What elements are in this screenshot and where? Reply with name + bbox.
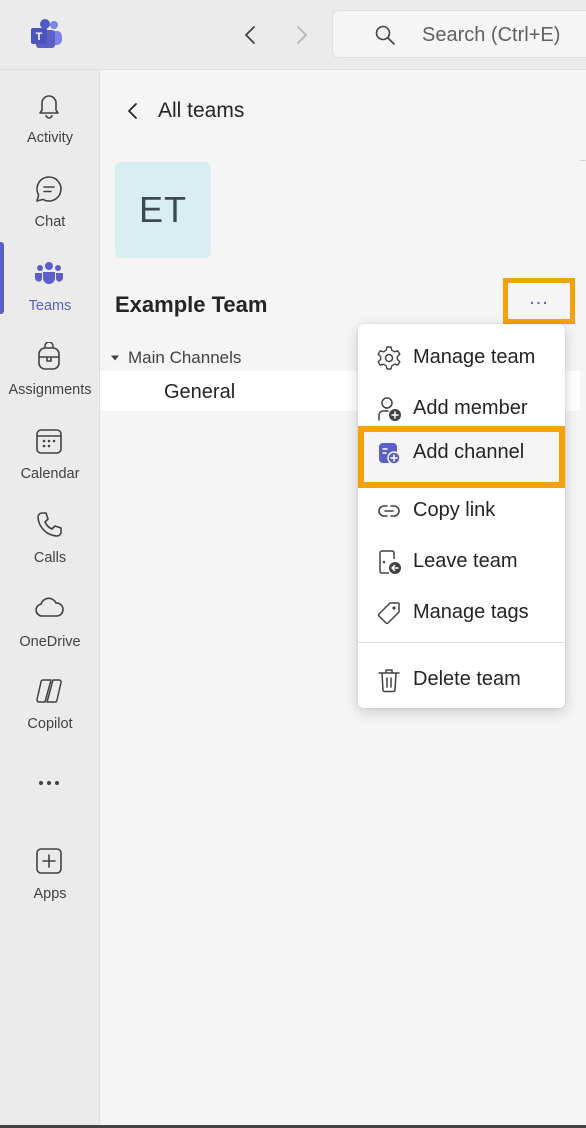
- menu-item-label: Manage tags: [413, 601, 529, 623]
- menu-item-label: Copy link: [413, 499, 496, 521]
- rail-label: Calls: [33, 550, 67, 566]
- section-label: Main Channels: [128, 348, 242, 367]
- backpack-icon: [34, 341, 64, 372]
- rail-item-teams[interactable]: Teams: [0, 246, 100, 326]
- chevron-left-icon: [128, 103, 137, 119]
- rail-label: Calendar: [20, 466, 80, 482]
- rail-item-activity[interactable]: Activity: [0, 78, 100, 158]
- all-teams-label: All teams: [158, 99, 245, 122]
- tag-icon: [376, 600, 402, 626]
- menu-item-leave-team[interactable]: Leave team: [358, 536, 565, 586]
- rail-label: Activity: [27, 130, 73, 146]
- search-placeholder: Search (Ctrl+E): [422, 24, 561, 46]
- channel-label: General: [164, 381, 236, 403]
- leave-door-icon: [376, 549, 402, 575]
- rail-label: Teams: [28, 298, 72, 314]
- search-input[interactable]: Search (Ctrl+E): [332, 10, 586, 58]
- bell-icon: [34, 90, 64, 120]
- rail-item-copilot[interactable]: Copilot: [0, 664, 100, 744]
- team-avatar[interactable]: ET: [115, 162, 211, 258]
- add-person-icon: [376, 396, 402, 422]
- add-apps-icon: [34, 846, 64, 876]
- team-context-menu: Manage team Add member Add channel Copy …: [358, 324, 565, 708]
- divider: [580, 160, 586, 161]
- forward-arrow-icon[interactable]: [288, 22, 314, 48]
- rail-label: Apps: [33, 886, 67, 902]
- gear-icon: [376, 345, 402, 371]
- trash-icon: [376, 667, 402, 693]
- svg-text:T: T: [36, 31, 43, 43]
- menu-item-manage-tags[interactable]: Manage tags: [358, 587, 565, 637]
- teams-logo-icon[interactable]: T: [30, 18, 64, 50]
- team-name: Example Team: [115, 292, 268, 317]
- rail-item-calendar[interactable]: Calendar: [0, 414, 100, 494]
- menu-item-copy-link[interactable]: Copy link: [358, 485, 565, 535]
- menu-item-label: Delete team: [413, 668, 521, 690]
- link-icon: [376, 498, 402, 524]
- rail-item-onedrive[interactable]: OneDrive: [0, 580, 100, 660]
- rail-item-calls[interactable]: Calls: [0, 498, 100, 578]
- rail-label: Chat: [34, 214, 66, 230]
- calendar-icon: [34, 426, 64, 456]
- menu-item-label: Manage team: [413, 346, 536, 368]
- menu-item-add-channel[interactable]: Add channel: [358, 426, 565, 488]
- add-channel-icon: [376, 440, 402, 466]
- rail-item-chat[interactable]: Chat: [0, 162, 100, 242]
- copilot-icon: [34, 676, 64, 706]
- app-rail: Activity Chat Teams Assignments Calendar…: [0, 70, 100, 1128]
- rail-more-button[interactable]: [0, 760, 100, 800]
- cloud-icon: [34, 592, 64, 622]
- back-arrow-icon[interactable]: [238, 22, 264, 48]
- rail-item-assignments[interactable]: Assignments: [0, 330, 100, 410]
- menu-divider: [358, 642, 565, 643]
- phone-icon: [34, 510, 64, 540]
- rail-label: OneDrive: [19, 634, 81, 650]
- top-bar: T Search (Ctrl+E): [0, 0, 586, 70]
- rail-label: Copilot: [27, 716, 73, 732]
- menu-item-delete-team[interactable]: Delete team: [358, 654, 565, 704]
- search-icon: [373, 23, 397, 47]
- caret-down-icon: [111, 355, 119, 361]
- rail-item-apps[interactable]: Apps: [0, 834, 100, 914]
- menu-item-label: Add channel: [413, 441, 525, 463]
- team-more-options-button[interactable]: ...: [503, 278, 575, 324]
- teams-icon: [34, 258, 64, 288]
- all-teams-back-link[interactable]: All teams: [122, 96, 244, 126]
- menu-item-label: Leave team: [413, 550, 518, 572]
- rail-label: Assignments: [8, 382, 92, 398]
- more-horizontal-icon: [34, 768, 64, 798]
- chat-icon: [34, 174, 64, 204]
- menu-item-manage-team[interactable]: Manage team: [358, 332, 565, 382]
- more-options-icon: ...: [529, 287, 549, 309]
- channel-section-header[interactable]: Main Channels: [110, 348, 241, 368]
- menu-item-label: Add member: [413, 397, 528, 419]
